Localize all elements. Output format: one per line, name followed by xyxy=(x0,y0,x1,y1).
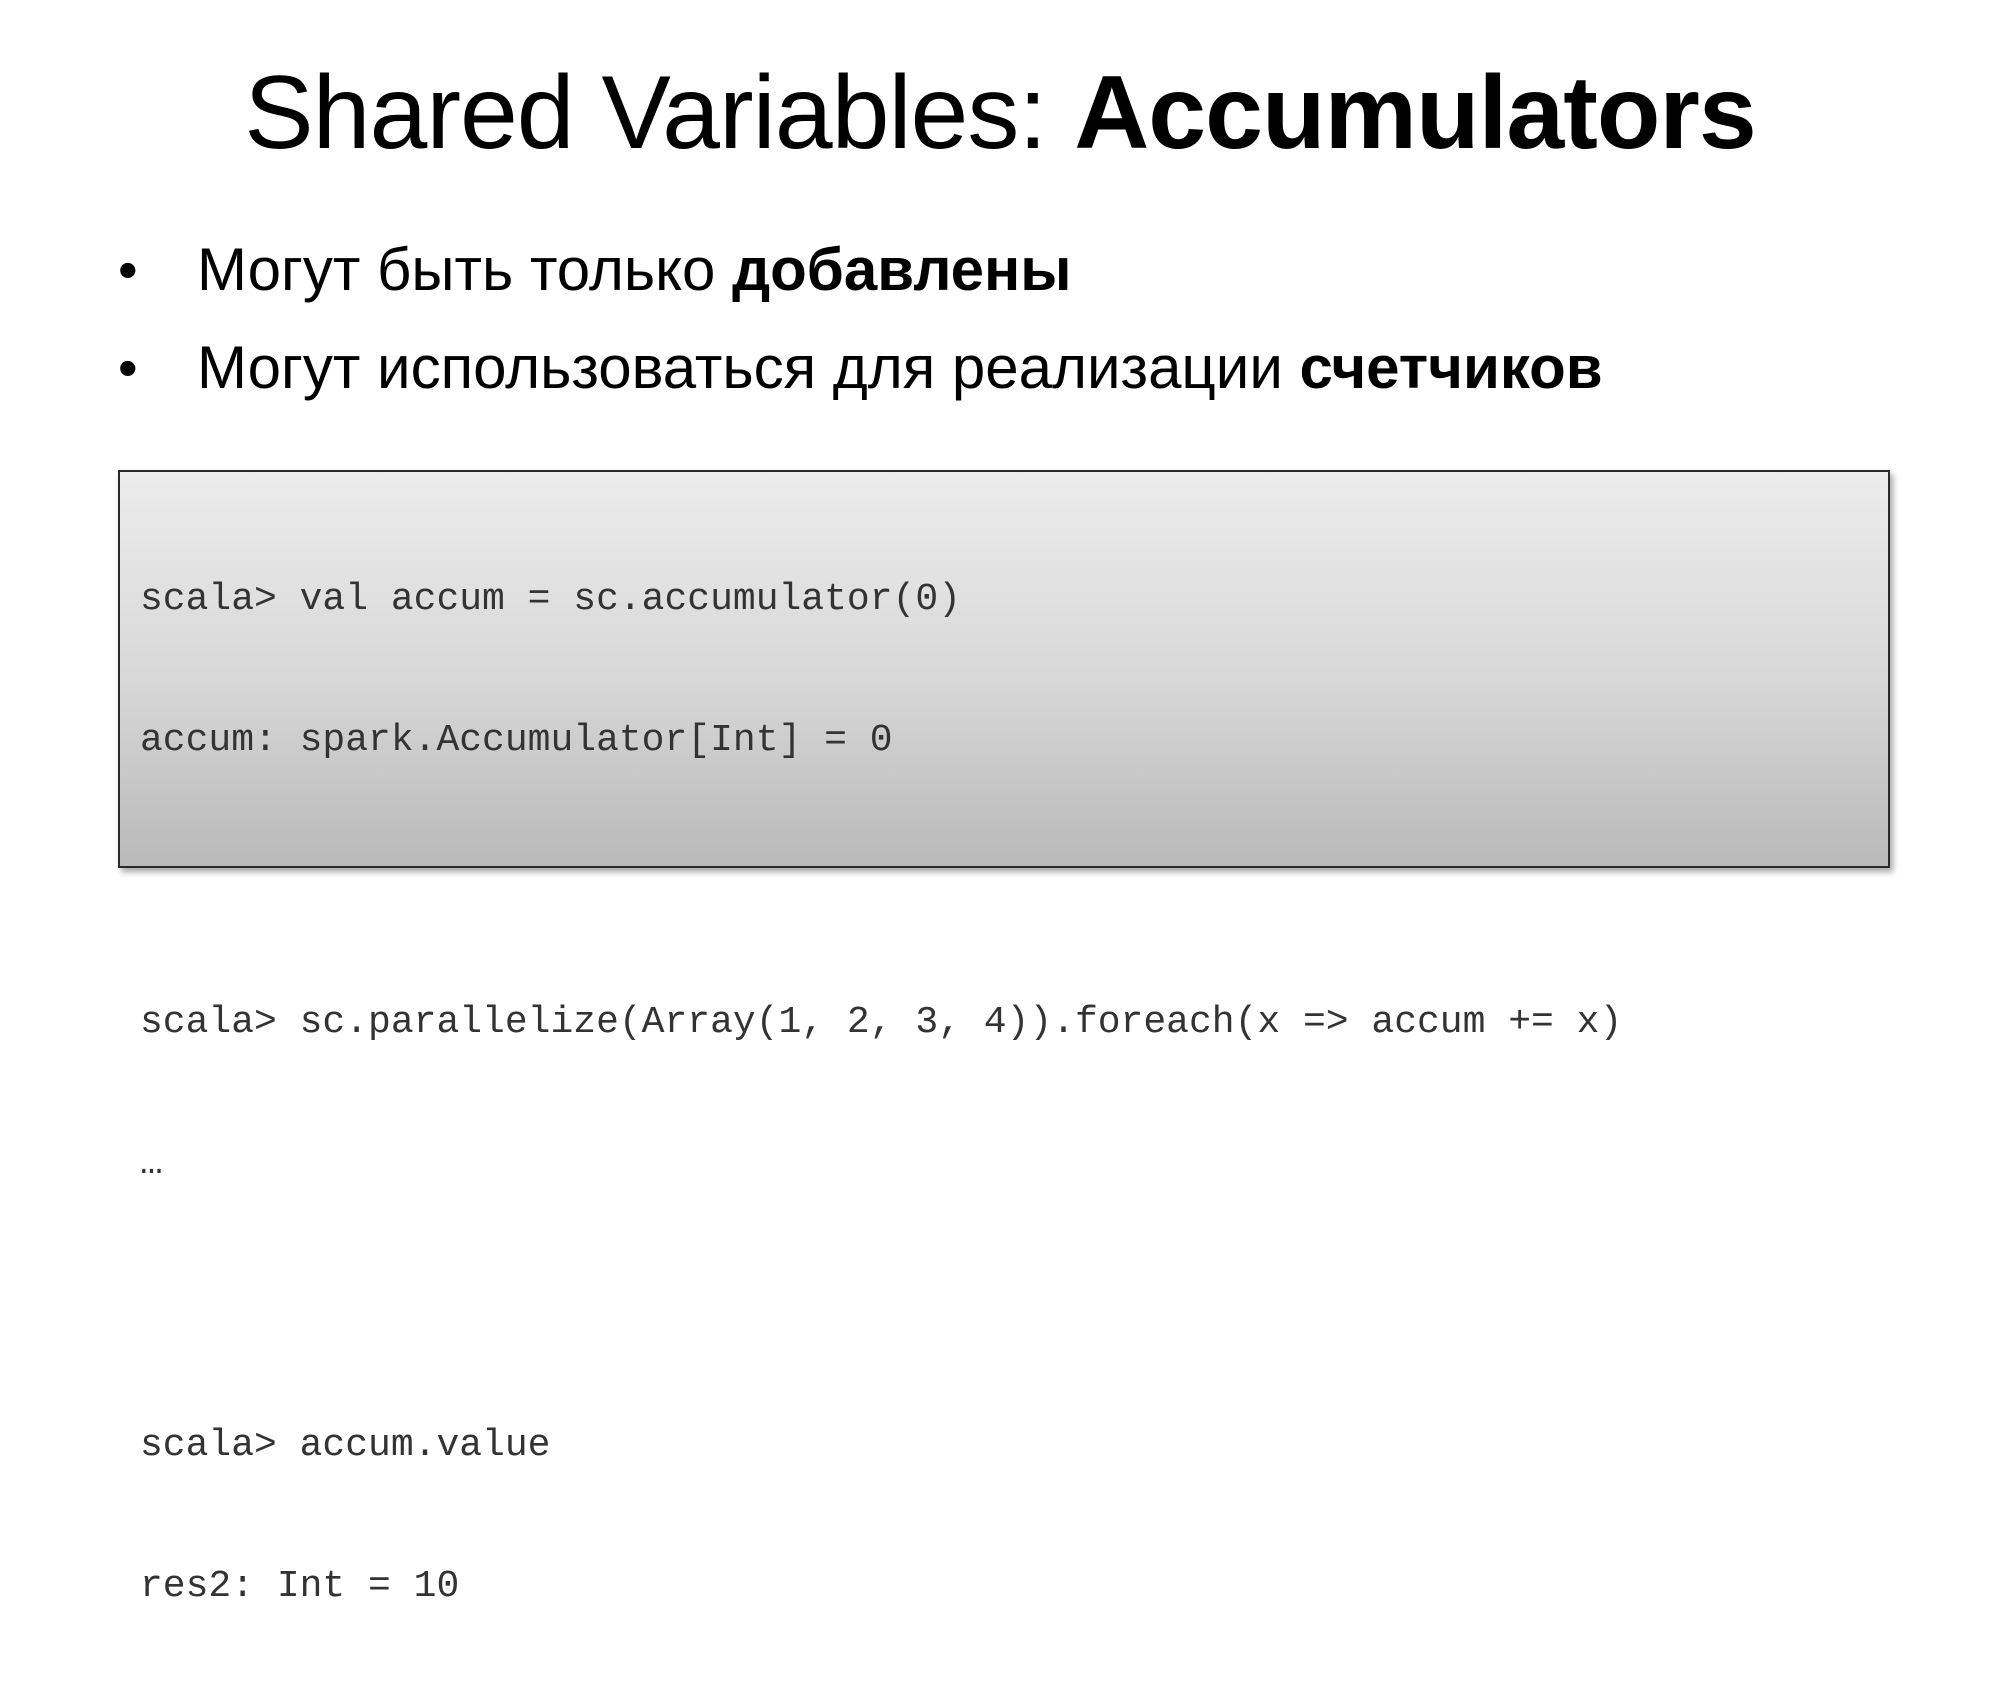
code-line: scala> accum.value xyxy=(140,1424,551,1467)
slide-title-bold: Accumulators xyxy=(1074,55,1757,171)
bullet-text-bold: добавлены xyxy=(732,236,1072,303)
code-lines: scala> val accum = sc.accumulator(0) acc… xyxy=(140,482,1622,1704)
slide: Shared Variables: Accumulators • Могут б… xyxy=(0,0,2000,1608)
code-line: … xyxy=(140,1142,163,1185)
code-line: accum: spark.Accumulator[Int] = 0 xyxy=(140,719,893,762)
slide-title-regular: Shared Variables: xyxy=(244,55,1075,171)
code-line: scala> val accum = sc.accumulator(0) xyxy=(140,578,961,621)
bullet-text-bold: счетчиков xyxy=(1299,334,1603,401)
code-block: scala> val accum = sc.accumulator(0) acc… xyxy=(118,470,1890,1608)
bullet-text: Могут быть только добавлены xyxy=(197,230,1072,310)
bullet-text: Могут использоваться для реализации счет… xyxy=(197,328,1603,408)
code-line: res2: Int = 10 xyxy=(140,1565,460,1608)
bullet-text-regular: Могут использоваться для реализации xyxy=(197,334,1300,401)
bullet-list: • Могут быть только добавлены • Могут ис… xyxy=(0,230,2000,426)
bullet-text-regular: Могут быть только xyxy=(197,236,733,303)
bullet-marker: • xyxy=(118,336,138,399)
bullet-marker: • xyxy=(118,238,138,301)
code-line: scala> sc.parallelize(Array(1, 2, 3, 4))… xyxy=(140,1001,1623,1044)
slide-title: Shared Variables: Accumulators xyxy=(0,48,2000,178)
bullet-item: • Могут быть только добавлены xyxy=(0,230,2000,328)
bullet-item: • Могут использоваться для реализации сч… xyxy=(0,328,2000,426)
